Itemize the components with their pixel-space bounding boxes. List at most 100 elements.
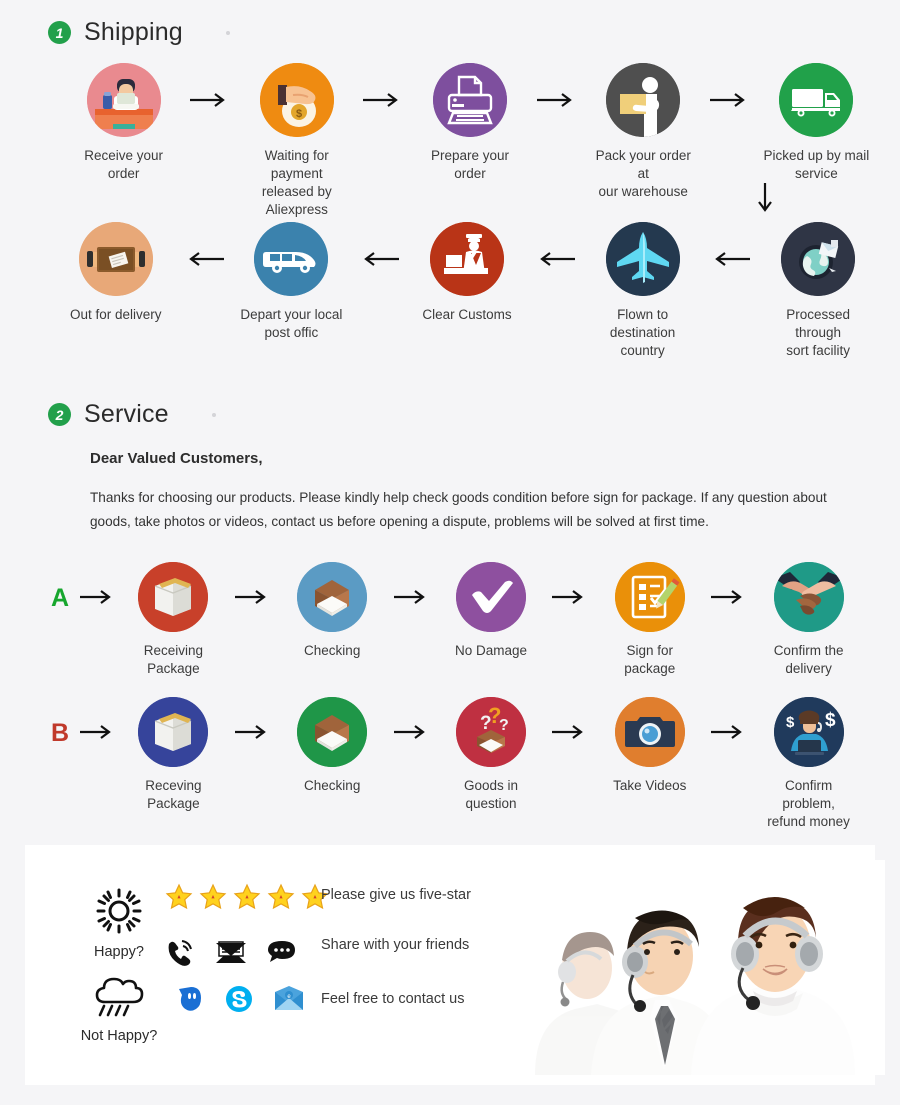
arrow-down-icon <box>738 183 792 215</box>
star-icon[interactable] <box>165 883 193 916</box>
support-agent-money-icon: $ $ <box>773 697 844 767</box>
shipping-step-out-for-delivery: Out for delivery <box>62 222 170 324</box>
chat-bubble-icon[interactable] <box>267 939 297 970</box>
printer-icon <box>433 63 507 137</box>
arrow-left-icon <box>521 222 589 296</box>
step-badge-1: 1 <box>48 21 71 44</box>
happy-label: Happy? <box>94 944 144 960</box>
shipping-step-waiting-payment: $ Waiting for payment released by Aliexp… <box>243 63 350 219</box>
step-label: Depart your local post offic <box>240 307 343 340</box>
happy-mood: Happy? <box>73 887 165 960</box>
service-step-goods-in-question: ? ? ? Goods in question <box>442 697 541 813</box>
star-icon[interactable] <box>267 883 295 916</box>
step-label: Confirm problem, refund money <box>767 778 850 829</box>
checkmark-icon <box>455 562 526 632</box>
rain-cloud-icon <box>91 975 147 1026</box>
star-rating[interactable] <box>165 883 329 916</box>
hand-money-bag-icon: $ <box>259 63 334 137</box>
svg-text:$: $ <box>825 710 836 731</box>
feedback-panel: Happy? Please give us five-star Share wi… <box>25 845 885 1085</box>
step-label: Confirm the delivery <box>773 643 844 676</box>
contact-us-text: Feel free to contact us <box>321 991 465 1007</box>
service-paragraph: Thanks for choosing our products. Please… <box>90 490 827 529</box>
arrow-right-icon <box>350 63 416 137</box>
handshake-icon <box>773 562 844 632</box>
airplane-icon <box>605 222 680 296</box>
step-label: Out for delivery <box>70 307 162 322</box>
star-icon[interactable] <box>199 883 227 916</box>
star-icon[interactable] <box>233 883 261 916</box>
customs-officer-icon <box>429 222 504 296</box>
share-friends-text: Share with your friends <box>321 937 470 953</box>
step-label: Pack your order at our warehouse <box>595 148 691 199</box>
person-laptop-icon <box>86 63 161 137</box>
svg-text:?: ? <box>499 717 509 734</box>
arrow-left-icon <box>170 222 238 296</box>
phone-ringing-icon[interactable] <box>165 938 195 971</box>
arrow-right-icon <box>72 562 124 632</box>
arrow-right-icon <box>699 562 759 632</box>
step-label: Waiting for payment released by Aliexpre… <box>261 148 332 217</box>
step-label: Receive your order <box>84 148 163 181</box>
worker-packing-icon <box>606 63 681 137</box>
step-label: Checking <box>304 778 361 793</box>
delivery-van-icon <box>254 222 329 296</box>
service-step-sign-for-package: Sign for package <box>600 562 699 678</box>
envelope-icon[interactable] <box>215 939 247 970</box>
arrow-left-icon <box>345 222 413 296</box>
shipping-flow-row-2: Out for delivery Depart your local post … <box>62 222 872 360</box>
sealed-box-icon <box>138 697 209 767</box>
shipping-step-prepare-order: Prepare your order <box>416 63 523 183</box>
arrow-right-icon <box>540 562 600 632</box>
service-step-take-videos: Take Videos <box>600 697 699 795</box>
five-star-text: Please give us five-star <box>321 887 471 903</box>
open-box-icon <box>297 697 368 767</box>
share-icons <box>165 938 329 971</box>
camera-icon <box>614 697 685 767</box>
step-label: Receving Package <box>145 778 202 811</box>
not-happy-mood: Not Happy? <box>73 975 165 1044</box>
decorative-dot <box>211 412 216 417</box>
service-step-receiving-package-a: Receiving Package <box>124 562 223 678</box>
step-label: Flown to destination country <box>609 307 676 358</box>
step-label: Take Videos <box>613 778 687 793</box>
shipping-step-sort-facility: Processed through sort facility <box>764 222 872 360</box>
not-happy-label: Not Happy? <box>80 1028 158 1044</box>
arrow-right-icon <box>223 562 283 632</box>
step-label: Receiving Package <box>143 643 204 676</box>
customer-service-team-photo <box>495 860 885 1075</box>
service-section-header: 2 Service <box>48 400 216 429</box>
step-badge-2: 2 <box>48 403 71 426</box>
shipping-step-flown-to-destination: Flown to destination country <box>589 222 697 360</box>
service-flow-row-b: B Receving Package Checking ? ? ? Goods … <box>48 697 858 831</box>
step-label: Processed through sort facility <box>786 307 851 358</box>
step-label: Clear Customs <box>422 307 512 322</box>
happy-icons-column <box>165 883 329 971</box>
step-label: Prepare your order <box>430 148 510 181</box>
arrow-right-icon <box>382 697 442 767</box>
service-step-checking-a: Checking <box>283 562 382 660</box>
arrow-right-icon <box>177 63 243 137</box>
arrow-right-icon <box>699 697 759 767</box>
skype-icon[interactable] <box>225 985 253 1018</box>
happy-mood-block: Happy? <box>73 887 165 960</box>
step-label: Sign for package <box>624 643 676 676</box>
service-step-confirm-refund: $ $ Confirm problem, refund money <box>759 697 858 831</box>
not-happy-mood-block: Not Happy? <box>73 975 165 1044</box>
signed-document-icon <box>614 562 685 632</box>
service-title: Service <box>84 400 169 428</box>
step-label: Goods in question <box>463 778 519 811</box>
shipping-title: Shipping <box>84 18 183 46</box>
arrow-right-icon <box>540 697 600 767</box>
arrow-right-icon <box>697 63 763 137</box>
arrow-right-icon <box>382 562 442 632</box>
shipping-section-header: 1 Shipping <box>48 18 230 47</box>
arrow-right-icon <box>223 697 283 767</box>
qq-icon[interactable] <box>177 985 205 1018</box>
arrow-right-icon <box>524 63 590 137</box>
product-description-page: 1 Shipping Receive your order $ Waiting … <box>0 0 900 1105</box>
service-greeting: Dear Valued Customers, <box>90 450 263 467</box>
email-icon[interactable]: e <box>273 985 305 1018</box>
arrow-right-icon <box>72 697 124 767</box>
row-letter-a: A <box>50 584 70 612</box>
